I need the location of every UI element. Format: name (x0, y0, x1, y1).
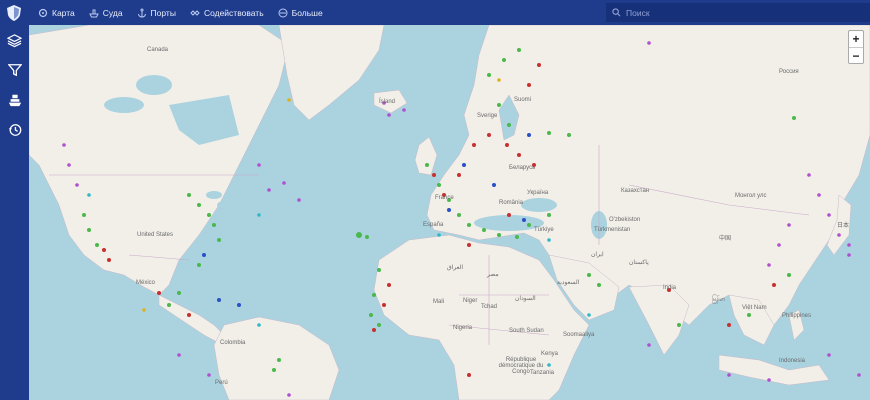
map-label-usa: United States (137, 232, 174, 238)
filter-button[interactable] (0, 55, 29, 85)
map-icon (38, 8, 48, 18)
handshake-icon (190, 8, 200, 18)
map-label-turkiye: Türkiye (534, 227, 554, 233)
nav-ports[interactable]: Порты (137, 8, 176, 18)
filter-icon (7, 64, 22, 77)
zoom-in-button[interactable]: + (849, 31, 863, 47)
nav-map-label: Карта (52, 7, 75, 18)
map-label-saudi: السعودية (557, 280, 580, 286)
layers-icon (7, 33, 22, 47)
ship-stack-icon (8, 94, 21, 107)
map-label-mexico: México (136, 280, 156, 286)
map-label-sudan: السودان (515, 296, 536, 302)
layers-button[interactable] (0, 25, 29, 55)
zoom-out-button[interactable]: − (849, 47, 863, 63)
zoom-control: + − (848, 30, 864, 64)
map-label-espana: España (423, 222, 444, 228)
map-label-kenya: Kenya (541, 351, 559, 357)
search-input[interactable] (626, 7, 866, 18)
search-box[interactable] (606, 3, 870, 22)
map-label-indonesia: Indonesia (779, 358, 806, 364)
map-label-japan: 日本 (837, 223, 850, 229)
search-icon (612, 4, 621, 22)
nav-map[interactable]: Карта (38, 8, 75, 18)
map-label-peru: Perú (215, 380, 228, 386)
world-map[interactable]: Canada Ísland Sverige Suomi Беларусь Укр… (29, 25, 870, 400)
nav-more[interactable]: Больше (278, 8, 323, 18)
map-canvas (29, 25, 870, 400)
left-toolbar (0, 25, 29, 400)
map-label-kazakhstan: Казахстан (621, 188, 650, 194)
map-label-somalia: Soomaaliya (563, 332, 595, 338)
map-label-russia: Россия (779, 69, 799, 75)
map-label-romania: România (499, 200, 524, 206)
history-icon (8, 124, 21, 136)
map-label-sverige: Sverige (477, 113, 498, 119)
shield-logo-icon (7, 4, 21, 21)
top-navigation-bar: Карта Суда Порты Содействовать Больше (0, 0, 870, 25)
map-label-iceland: Ísland (379, 99, 396, 105)
nav-ships-label: Суда (102, 7, 123, 18)
map-label-egypt: مصر (487, 272, 499, 278)
nav-contribute-label: Содействовать (203, 7, 264, 18)
map-label-pakistan: پاکستان (629, 260, 649, 266)
map-label-tanzania: Tanzania (530, 370, 555, 376)
map-label-tchad: Tchad (481, 304, 498, 310)
map-label-india: India (663, 285, 677, 291)
map-label-nigeria: Nigeria (453, 325, 473, 331)
map-label-china: 中国 (719, 236, 732, 242)
map-label-iraq: العراق (447, 265, 464, 271)
map-label-turkmenistan: Türkmenistan (594, 227, 631, 233)
map-label-myanmar: မြန်မာ (712, 297, 726, 303)
anchor-icon (137, 8, 147, 18)
map-label-south-sudan: South Sudan (509, 328, 544, 334)
map-label-philippines: Philippines (782, 313, 812, 319)
map-label-suomi: Suomi (514, 97, 532, 103)
fleet-button[interactable] (0, 85, 29, 115)
logo[interactable] (0, 0, 28, 25)
map-label-canada: Canada (147, 47, 169, 53)
map-label-niger: Niger (463, 298, 478, 304)
map-label-mongolia: Монгол улс (735, 193, 767, 199)
map-label-ukraine: Україна (527, 190, 549, 196)
nav-more-label: Больше (291, 7, 323, 18)
map-label-vietnam: Việt Nam (742, 305, 767, 311)
map-label-belarus: Беларусь (509, 165, 536, 171)
map-label-uzbekistan: O'zbekiston (609, 217, 641, 223)
nav-contribute[interactable]: Содействовать (190, 8, 264, 18)
map-label-france: France (435, 195, 454, 201)
nav-ships[interactable]: Суда (88, 7, 123, 18)
more-icon (278, 8, 288, 18)
map-label-mali: Mali (433, 299, 445, 305)
history-button[interactable] (0, 115, 29, 145)
nav-ports-label: Порты (150, 7, 176, 18)
map-label-colombia: Colombia (220, 340, 246, 346)
map-label-iran: ایران (591, 252, 604, 258)
ship-icon (88, 8, 99, 18)
